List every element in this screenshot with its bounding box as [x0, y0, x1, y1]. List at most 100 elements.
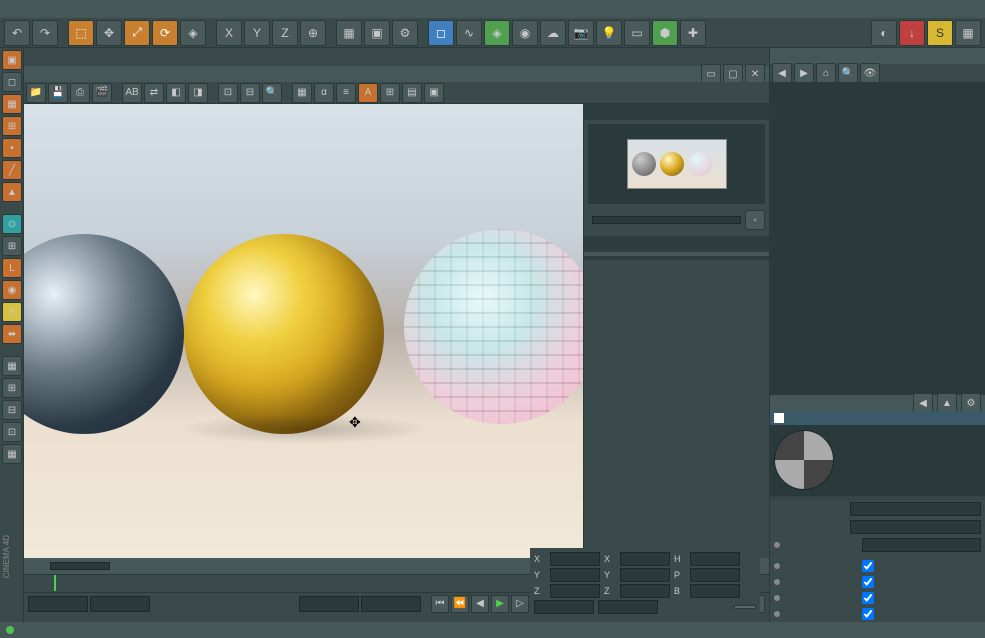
- pv-ab-button[interactable]: AB: [122, 83, 142, 103]
- x-pos-input[interactable]: [550, 552, 600, 566]
- pv-100-button[interactable]: ⊟: [240, 83, 260, 103]
- view-2-button[interactable]: ⊞: [2, 378, 22, 398]
- prop-layer-input[interactable]: [850, 520, 981, 534]
- y-axis-button[interactable]: Y: [244, 20, 270, 46]
- pv-hist-button[interactable]: ⊞: [380, 83, 400, 103]
- navigator-thumbnail[interactable]: [588, 124, 765, 204]
- redo-button[interactable]: ↷: [32, 20, 58, 46]
- prop-reflection-check[interactable]: [862, 576, 874, 588]
- p-rot-input[interactable]: [690, 568, 740, 582]
- prop-roughness-check[interactable]: [862, 560, 874, 572]
- pv-movie-button[interactable]: 🎬: [92, 83, 112, 103]
- coord-mode-scale[interactable]: [598, 600, 658, 614]
- cube-primitive-button[interactable]: ◻: [428, 20, 454, 46]
- attr-prev-button[interactable]: ◀: [913, 393, 933, 413]
- b-rot-input[interactable]: [690, 584, 740, 598]
- prev-key-button[interactable]: ⏪: [451, 595, 469, 613]
- environment-button[interactable]: ☁: [540, 20, 566, 46]
- prop-filmwidth-check[interactable]: [862, 592, 874, 604]
- prop-mtype-input[interactable]: [862, 538, 981, 552]
- pv-save-button[interactable]: 💾: [48, 83, 68, 103]
- live-select-button[interactable]: ⬚: [68, 20, 94, 46]
- pv-wipe-button[interactable]: ◨: [188, 83, 208, 103]
- prop-filmindex-check[interactable]: [862, 608, 874, 620]
- pv-max-button[interactable]: ▢: [723, 64, 743, 84]
- spline-button[interactable]: ∿: [456, 20, 482, 46]
- pv-open-button[interactable]: 📁: [26, 83, 46, 103]
- goto-start-button[interactable]: ⏮: [431, 595, 449, 613]
- z-pos-input[interactable]: [550, 584, 600, 598]
- generator-button[interactable]: ◈: [484, 20, 510, 46]
- transform-button[interactable]: ◈: [180, 20, 206, 46]
- pv-a-button[interactable]: A: [358, 83, 378, 103]
- pv-zoom-button[interactable]: 🔍: [262, 83, 282, 103]
- deformer-button[interactable]: ◉: [512, 20, 538, 46]
- render-pv-button[interactable]: ▣: [364, 20, 390, 46]
- x-axis-button[interactable]: X: [216, 20, 242, 46]
- prev-frame-button[interactable]: ◀: [471, 595, 489, 613]
- status-slider[interactable]: [50, 562, 110, 570]
- obj-home-button[interactable]: ⌂: [816, 63, 836, 83]
- point-mode-button[interactable]: •: [2, 138, 22, 158]
- pv-fit-button[interactable]: ⊡: [218, 83, 238, 103]
- soft-select-button[interactable]: ◉: [2, 280, 22, 300]
- pv-full-button[interactable]: ▣: [424, 83, 444, 103]
- normal-button[interactable]: ⬌: [2, 324, 22, 344]
- play-button[interactable]: ▶: [491, 595, 509, 613]
- texture-mode-button[interactable]: ▦: [2, 94, 22, 114]
- edge-mode-button[interactable]: ╱: [2, 160, 22, 180]
- pv-alpha-button[interactable]: α: [314, 83, 334, 103]
- pv-diff-button[interactable]: ◧: [166, 83, 186, 103]
- prop-name-input[interactable]: [850, 502, 981, 516]
- obj-search-button[interactable]: 🔍: [838, 63, 858, 83]
- axis-button[interactable]: L: [2, 258, 22, 278]
- render-settings-button[interactable]: ⚙: [392, 20, 418, 46]
- zoom-slider[interactable]: [592, 216, 741, 224]
- octane-1-button[interactable]: ◐: [871, 20, 897, 46]
- character-button[interactable]: ✚: [680, 20, 706, 46]
- current-frame-input[interactable]: [90, 596, 150, 612]
- snap-button[interactable]: ⊙: [2, 214, 22, 234]
- render-viewport[interactable]: ✥: [24, 104, 583, 558]
- view-5-button[interactable]: ▦: [2, 444, 22, 464]
- obj-next-button[interactable]: ▶: [794, 63, 814, 83]
- pv-channel-button[interactable]: ▦: [292, 83, 312, 103]
- undo-button[interactable]: ↶: [4, 20, 30, 46]
- mograph-button[interactable]: ⬢: [652, 20, 678, 46]
- coord-mode-world[interactable]: [534, 600, 594, 614]
- pv-saveall-button[interactable]: ⎙: [70, 83, 90, 103]
- z-axis-button[interactable]: Z: [272, 20, 298, 46]
- tweak-button[interactable]: S: [2, 302, 22, 322]
- pv-min-button[interactable]: ▭: [701, 64, 721, 84]
- view-3-button[interactable]: ⊟: [2, 400, 22, 420]
- end-frame-2-input[interactable]: [361, 596, 421, 612]
- world-axis-button[interactable]: ⊕: [300, 20, 326, 46]
- end-frame-input[interactable]: [299, 596, 359, 612]
- view-4-button[interactable]: ⊡: [2, 422, 22, 442]
- timeline-playhead[interactable]: [54, 575, 56, 591]
- snap-grid-button[interactable]: ⊞: [2, 236, 22, 256]
- pv-swap-button[interactable]: ⇄: [144, 83, 164, 103]
- next-frame-button[interactable]: ▷: [511, 595, 529, 613]
- scene-button[interactable]: ▭: [624, 20, 650, 46]
- model-mode-button[interactable]: ▣: [2, 50, 22, 70]
- camera-button[interactable]: 📷: [568, 20, 594, 46]
- octane-s-button[interactable]: S: [927, 20, 953, 46]
- h-rot-input[interactable]: [690, 552, 740, 566]
- view-1-button[interactable]: ▦: [2, 356, 22, 376]
- octane-4-button[interactable]: ▦: [955, 20, 981, 46]
- obj-filter-button[interactable]: 👁: [860, 63, 880, 83]
- y-pos-input[interactable]: [550, 568, 600, 582]
- polygon-mode-button[interactable]: ▲: [2, 182, 22, 202]
- attr-fn-button[interactable]: ⚙: [961, 393, 981, 413]
- z-size-input[interactable]: [620, 584, 670, 598]
- render-view-button[interactable]: ▦: [336, 20, 362, 46]
- pv-close-button[interactable]: ✕: [745, 64, 765, 84]
- material-preview-sphere[interactable]: [774, 430, 834, 490]
- rotate-button[interactable]: ⟳: [152, 20, 178, 46]
- x-size-input[interactable]: [620, 552, 670, 566]
- apply-button[interactable]: [734, 605, 756, 609]
- attr-up-button[interactable]: ▲: [937, 393, 957, 413]
- start-frame-input[interactable]: [28, 596, 88, 612]
- pv-layer-button[interactable]: ≡: [336, 83, 356, 103]
